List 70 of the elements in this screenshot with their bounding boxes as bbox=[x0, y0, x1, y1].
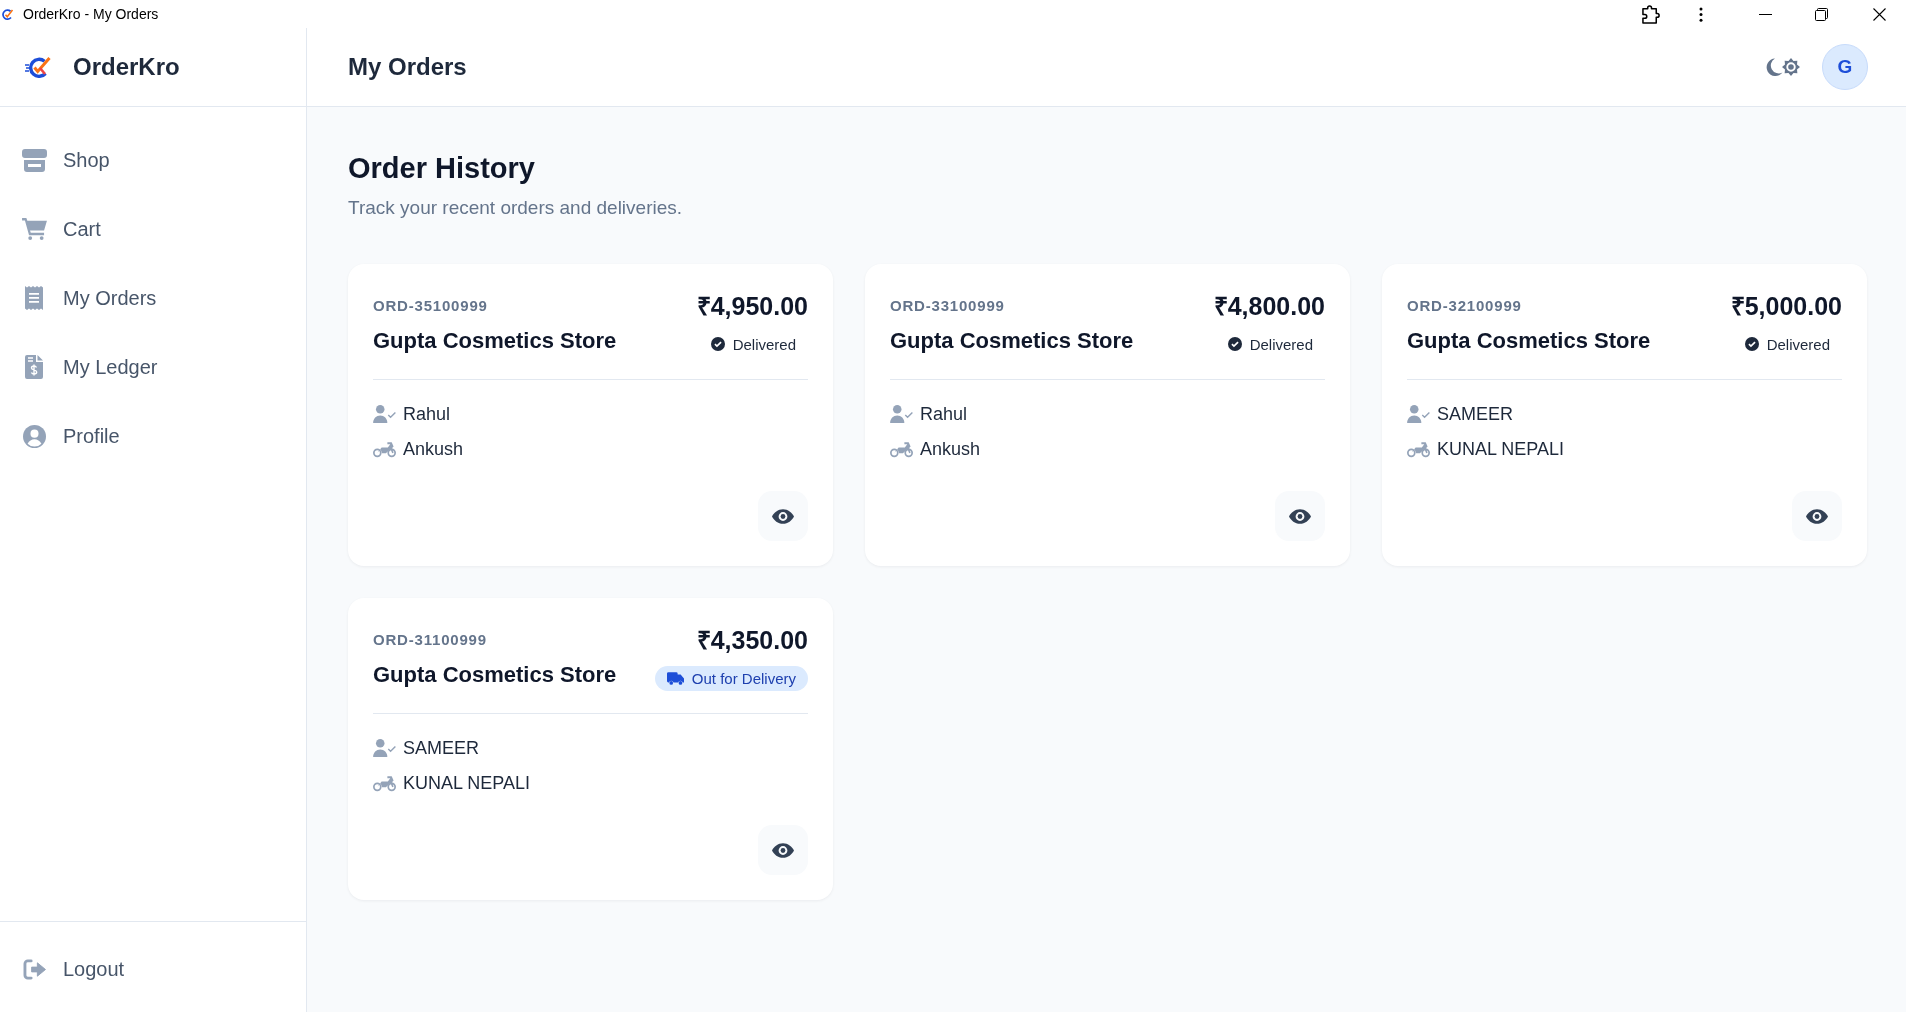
logout-icon bbox=[22, 958, 46, 980]
restore-icon[interactable] bbox=[1815, 7, 1828, 21]
status-text: Out for Delivery bbox=[691, 669, 796, 687]
close-icon[interactable] bbox=[1873, 7, 1886, 21]
motorcycle-icon bbox=[373, 440, 396, 458]
check-circle-icon bbox=[1227, 337, 1242, 351]
motorcycle-icon bbox=[373, 774, 396, 792]
person-name: KUNAL NEPALI bbox=[403, 772, 531, 794]
status-text: Delivered bbox=[732, 335, 796, 353]
nav-item[interactable]: My Ledger bbox=[0, 343, 306, 391]
status-text: Delivered bbox=[1249, 335, 1313, 353]
status-text: Delivered bbox=[1766, 335, 1830, 353]
view-order-button[interactable] bbox=[758, 825, 808, 875]
eye-icon bbox=[1806, 508, 1828, 524]
storefront-icon bbox=[21, 148, 47, 172]
theme-toggle-icon[interactable] bbox=[1765, 56, 1800, 78]
order-total: ₹4,350.00 bbox=[696, 625, 808, 656]
minimize-icon[interactable] bbox=[1759, 13, 1772, 15]
user-circle-icon bbox=[22, 424, 46, 448]
person-name: Rahul bbox=[403, 403, 451, 425]
user-check-icon bbox=[373, 739, 396, 757]
person-name: SAMEER bbox=[403, 737, 480, 759]
puzzle-icon[interactable] bbox=[1642, 4, 1661, 24]
eye-icon bbox=[772, 842, 794, 858]
invoice-icon bbox=[25, 355, 43, 379]
order-total: ₹5,000.00 bbox=[1730, 291, 1842, 322]
check-circle-icon bbox=[710, 337, 725, 351]
app-icon bbox=[1, 8, 14, 20]
user-check-icon bbox=[373, 405, 396, 423]
person-name: Ankush bbox=[920, 438, 981, 460]
order-total: ₹4,800.00 bbox=[1213, 291, 1325, 322]
person-name: KUNAL NEPALI bbox=[1437, 438, 1565, 460]
truck-icon bbox=[666, 671, 684, 685]
nav-item[interactable]: Shop bbox=[0, 136, 306, 184]
logout-link[interactable]: Logout bbox=[0, 945, 306, 993]
store-name: Gupta Cosmetics Store bbox=[1407, 328, 1651, 354]
nav-item[interactable]: Profile bbox=[0, 412, 306, 460]
avatar[interactable]: G bbox=[1822, 44, 1868, 90]
person-name: Rahul bbox=[920, 403, 968, 425]
order-id: ORD-35100999 bbox=[373, 296, 488, 314]
order-id: ORD-32100999 bbox=[1407, 296, 1522, 314]
receipt-icon bbox=[25, 286, 43, 310]
motorcycle-icon bbox=[890, 440, 913, 458]
order-id: ORD-33100999 bbox=[890, 296, 1005, 314]
view-order-button[interactable] bbox=[1275, 491, 1325, 541]
person-name: Ankush bbox=[403, 438, 464, 460]
window-title: OrderKro - My Orders bbox=[23, 5, 159, 23]
more-icon[interactable] bbox=[1699, 6, 1703, 22]
nav-item[interactable]: My Orders bbox=[0, 274, 306, 322]
store-name: Gupta Cosmetics Store bbox=[373, 662, 617, 688]
view-order-button[interactable] bbox=[1792, 491, 1842, 541]
motorcycle-icon bbox=[1407, 440, 1430, 458]
person-name: SAMEER bbox=[1437, 403, 1514, 425]
user-check-icon bbox=[890, 405, 913, 423]
user-check-icon bbox=[1407, 405, 1430, 423]
section-subtitle: Track your recent orders and deliveries. bbox=[348, 197, 684, 219]
store-name: Gupta Cosmetics Store bbox=[373, 328, 617, 354]
store-name: Gupta Cosmetics Store bbox=[890, 328, 1134, 354]
eye-icon bbox=[772, 508, 794, 524]
nav-item[interactable]: Cart bbox=[0, 205, 306, 253]
order-id: ORD-31100999 bbox=[373, 630, 487, 648]
page-title: My Orders bbox=[348, 53, 467, 81]
brand-name: OrderKro bbox=[73, 53, 180, 81]
order-total: ₹4,950.00 bbox=[696, 291, 808, 322]
check-circle-icon bbox=[1744, 337, 1759, 351]
view-order-button[interactable] bbox=[758, 491, 808, 541]
eye-icon bbox=[1289, 508, 1311, 524]
logo-icon bbox=[25, 56, 51, 78]
section-title: Order History bbox=[348, 151, 536, 186]
cart-icon bbox=[21, 218, 47, 240]
